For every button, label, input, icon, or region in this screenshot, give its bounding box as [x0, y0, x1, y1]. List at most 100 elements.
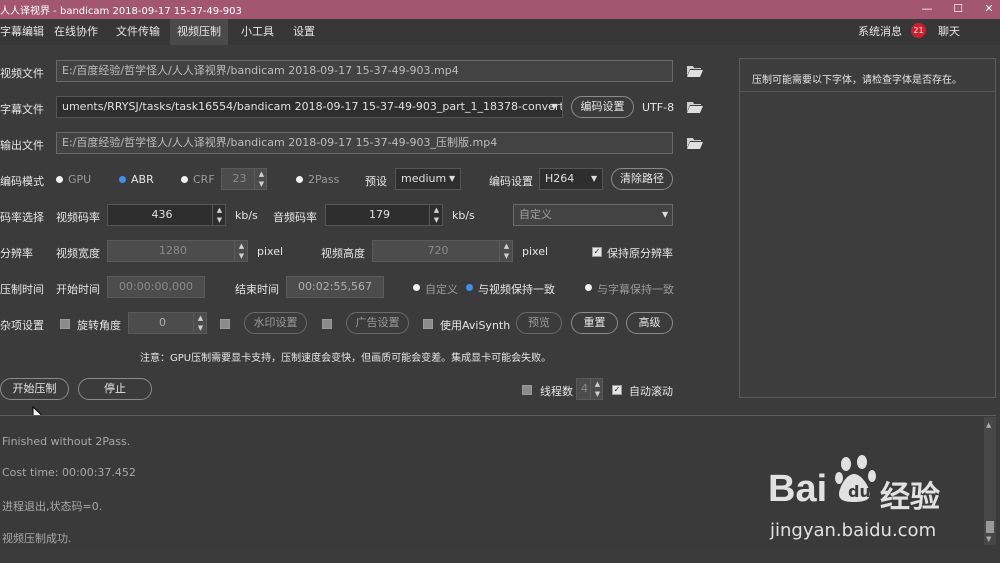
video-file-input[interactable]: E:/百度经验/哲学怪人/人人译视界/bandicam 2018-09-17 1…: [56, 60, 673, 82]
threads-label: 线程数: [540, 385, 573, 398]
encoding-value: UTF-8: [642, 101, 675, 114]
tab-settings[interactable]: 设置: [293, 19, 315, 45]
watermark-brand-du: du: [848, 482, 871, 501]
watermark-settings-button[interactable]: 水印设置: [244, 312, 307, 334]
threads-stepper[interactable]: ▲ ▼: [590, 379, 604, 399]
start-time-input[interactable]: 00:00:00,000: [107, 276, 205, 298]
two-pass-label: 2Pass: [308, 173, 340, 186]
folder-open-icon[interactable]: [687, 137, 703, 149]
title-bar: 人人译视界 - bandicam 2018-09-17 15-37-49-903…: [0, 0, 1000, 19]
time-match-subtitle-radio[interactable]: [585, 284, 592, 291]
minimize-button[interactable]: —: [912, 0, 942, 19]
crf-stepper[interactable]: ▲ ▼: [254, 169, 268, 189]
video-width-label: 视频宽度: [56, 247, 100, 260]
crf-label: CRF: [193, 173, 215, 186]
message-count-badge: 21: [911, 23, 926, 38]
tab-video-compress[interactable]: 视频压制: [170, 19, 228, 45]
video-height-stepper[interactable]: ▲ ▼: [499, 241, 513, 261]
output-file-input[interactable]: E:/百度经验/哲学怪人/人人译视界/bandicam 2018-09-17 1…: [56, 132, 673, 154]
subtitle-file-select[interactable]: uments/RRYSJ/tasks/task16554/bandicam 20…: [56, 96, 563, 118]
abr-radio[interactable]: [119, 176, 126, 183]
threads-checkbox[interactable]: [522, 385, 532, 395]
start-compress-button[interactable]: 开始压制: [0, 378, 69, 400]
video-height-input[interactable]: 720: [372, 240, 513, 262]
maximize-button[interactable]: ☐: [943, 0, 973, 19]
time-match-subtitle-label: 与字幕保持一致: [597, 283, 674, 296]
video-width-unit: pixel: [257, 245, 284, 258]
log-line: Finished without 2Pass.: [2, 435, 131, 448]
keep-resolution-checkbox[interactable]: ✓: [592, 247, 602, 257]
video-width-input[interactable]: 1280: [107, 240, 248, 262]
video-file-label: 视频文件: [0, 67, 44, 80]
gpu-label: GPU: [68, 173, 92, 186]
font-check-message: 压制可能需要以下字体，请检查字体是否存在。: [752, 75, 962, 86]
audio-bitrate-stepper[interactable]: ▲ ▼: [429, 205, 443, 225]
bitrate-label: 码率选择: [0, 211, 44, 224]
folder-open-icon[interactable]: [687, 65, 703, 77]
font-check-panel: 压制可能需要以下字体，请检查字体是否存在。: [739, 58, 996, 398]
watermark-jingyan: 经验: [880, 480, 940, 515]
codec-label: 编码设置: [489, 175, 533, 188]
bitrate-preset-select[interactable]: 自定义: [513, 204, 673, 226]
avisynth-checkbox[interactable]: [423, 319, 433, 329]
watermark-checkbox[interactable]: [220, 319, 230, 329]
avisynth-label: 使用AviSynth: [440, 319, 511, 332]
system-messages-link[interactable]: 系统消息: [858, 19, 902, 45]
resolution-label: 分辨率: [0, 247, 33, 260]
preview-button[interactable]: 预览: [516, 312, 562, 334]
ad-settings-button[interactable]: 广告设置: [346, 312, 409, 334]
log-line: 视频压制成功.: [2, 532, 72, 545]
video-bitrate-stepper[interactable]: ▲ ▼: [212, 205, 226, 225]
chevron-down-icon: ▼: [449, 174, 456, 183]
close-button[interactable]: ✕: [974, 0, 1000, 19]
video-height-label: 视频高度: [321, 247, 365, 260]
autoscroll-checkbox[interactable]: ✓: [612, 385, 622, 395]
window-title: 人人译视界 - bandicam 2018-09-17 15-37-49-903: [0, 6, 242, 17]
time-match-video-label: 与视频保持一致: [478, 283, 555, 296]
preset-label: 预设: [365, 175, 387, 188]
chevron-down-icon: ▼: [591, 174, 598, 183]
autoscroll-label: 自动滚动: [629, 385, 673, 398]
crf-radio[interactable]: [181, 176, 188, 183]
chevron-down-icon: ▼: [551, 102, 558, 111]
end-time-label: 结束时间: [235, 283, 279, 296]
encoding-settings-button[interactable]: 编码设置: [571, 96, 634, 118]
tab-online-collab[interactable]: 在线协作: [54, 19, 98, 45]
panel-divider: [740, 91, 995, 92]
video-height-unit: pixel: [522, 245, 549, 258]
abr-label: ABR: [131, 173, 154, 186]
audio-bitrate-label: 音频码率: [273, 211, 317, 224]
time-label: 压制时间: [0, 283, 44, 296]
rotate-checkbox[interactable]: [60, 319, 70, 329]
tab-subtitle-edit[interactable]: 字幕编辑: [0, 19, 44, 45]
stop-button[interactable]: 停止: [78, 378, 152, 400]
advanced-button[interactable]: 高级: [626, 312, 673, 334]
folder-open-icon[interactable]: [687, 101, 703, 113]
end-time-input[interactable]: 00:02:55,567: [286, 276, 384, 298]
tab-file-transfer[interactable]: 文件传输: [116, 19, 160, 45]
rotate-label: 旋转角度: [77, 319, 121, 332]
video-width-stepper[interactable]: ▲ ▼: [234, 241, 248, 261]
time-match-video-radio[interactable]: [466, 284, 473, 291]
misc-label: 杂项设置: [0, 319, 44, 332]
watermark-url: jingyan.baidu.com: [770, 520, 937, 541]
clear-path-button[interactable]: 清除路径: [611, 168, 673, 190]
video-bitrate-label: 视频码率: [56, 211, 100, 224]
rotate-stepper[interactable]: ▲ ▼: [193, 313, 207, 333]
encode-mode-label: 编码模式: [0, 175, 44, 188]
scroll-up-icon[interactable]: ▲: [986, 421, 991, 429]
audio-bitrate-input[interactable]: 179: [325, 204, 443, 226]
ad-checkbox[interactable]: [322, 319, 332, 329]
log-line: Cost time: 00:00:37.452: [2, 466, 136, 479]
two-pass-radio[interactable]: [296, 176, 303, 183]
video-bitrate-input[interactable]: 436: [107, 204, 226, 226]
reset-button[interactable]: 重置: [571, 312, 618, 334]
time-custom-label: 自定义: [425, 283, 458, 296]
subtitle-file-value: uments/RRYSJ/tasks/task16554/bandicam 20…: [62, 100, 563, 113]
chevron-down-icon: ▼: [662, 210, 669, 219]
time-custom-radio[interactable]: [413, 284, 420, 291]
gpu-radio[interactable]: [56, 176, 63, 183]
tab-tools[interactable]: 小工具: [241, 19, 274, 45]
start-time-label: 开始时间: [56, 283, 100, 296]
chat-link[interactable]: 聊天: [938, 19, 960, 45]
